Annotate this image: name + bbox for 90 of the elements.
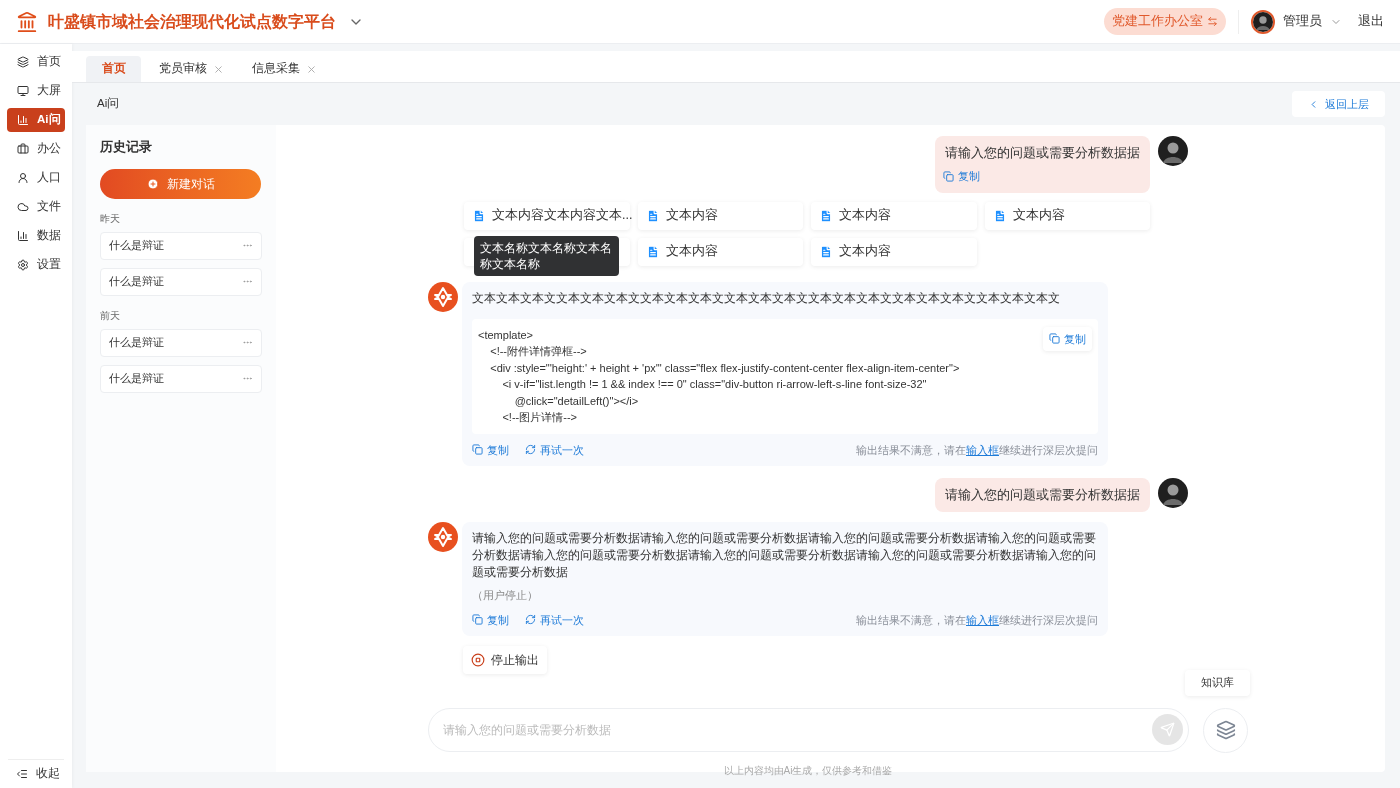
file-name: 文本内容 bbox=[665, 207, 718, 225]
nav-item[interactable]: 人口 bbox=[7, 166, 65, 190]
copy-icon bbox=[472, 444, 483, 456]
nav-item[interactable]: 办公 bbox=[7, 137, 65, 161]
refresh-icon bbox=[525, 614, 536, 626]
logout-link[interactable]: 退出 bbox=[1358, 12, 1384, 31]
code-text: <template> <!--附件详情弹框--> <div :style="'height:' + height + 'px'" class="flex flex-justify-content-center flex-align-item-center"> <i v-if="list.length != 1 && index !== 0" class="div-button ri-arrow-left-s-line font-size-32" @click="detailLeft()"></i> <!--图片详情--> bbox=[478, 327, 960, 425]
document-icon bbox=[645, 208, 660, 223]
stop-icon bbox=[471, 653, 485, 667]
file-name: 文本内容 bbox=[1012, 207, 1065, 225]
history-item[interactable]: 什么是辩证 bbox=[100, 231, 262, 260]
copy-button[interactable]: 复制 bbox=[472, 611, 509, 628]
disclaimer: 以上内容均由Ai生成，仅供参考和借鉴 bbox=[722, 763, 894, 778]
hint-text: 输出结果不满意，请在输入框继续进行深层次提问 bbox=[856, 442, 1098, 458]
message-text: 请输入您的问题或需要分析数据请输入您的问题或需要分析数据请输入您的问题或需要分析数据请输入您的问题或需要分析数据请输入您的问题或需要分析数据请输入您的问题或需要分析数据请输入您的问题或需要分析数据请输入您的问题或需要分析数据 bbox=[472, 531, 1097, 580]
hint-text: 输出结果不满意，请在输入框继续进行深层次提问 bbox=[856, 612, 1098, 628]
document-icon bbox=[645, 244, 660, 259]
copy-icon bbox=[472, 614, 483, 626]
stop-button[interactable]: 停止输出 bbox=[463, 646, 547, 674]
ai-avatar-icon bbox=[428, 281, 458, 312]
tooltip: 文本名称文本名称文本名称文本名称 bbox=[474, 235, 619, 276]
send-icon bbox=[1160, 722, 1175, 738]
avatar bbox=[1158, 136, 1188, 166]
layers-icon bbox=[17, 56, 29, 68]
document-icon bbox=[819, 244, 833, 259]
nav-item[interactable]: 文件 bbox=[7, 195, 65, 219]
avatar bbox=[1158, 478, 1188, 508]
history-item[interactable]: 什么是辩证 bbox=[100, 364, 262, 393]
message-text: 请输入您的问题或需要分析数据据 bbox=[944, 145, 1141, 162]
collapse-button[interactable]: 收起 bbox=[0, 760, 72, 788]
nav-item[interactable]: 大屏 bbox=[7, 79, 65, 103]
logo-icon bbox=[16, 10, 38, 33]
input-link[interactable]: 输入框 bbox=[966, 613, 999, 626]
breadcrumb: Ai问 bbox=[97, 96, 120, 112]
file-card[interactable]: 文本内容 bbox=[811, 201, 977, 230]
tab[interactable]: 党员审核 bbox=[141, 56, 234, 82]
status-text: （用户停止） bbox=[472, 588, 539, 603]
document-icon bbox=[992, 208, 1007, 223]
group-label: 昨天 bbox=[100, 211, 121, 226]
layers-icon bbox=[1215, 720, 1236, 741]
document-icon bbox=[472, 208, 486, 223]
close-icon[interactable] bbox=[213, 63, 224, 75]
nav-item[interactable]: 设置 bbox=[7, 253, 65, 277]
refresh-icon bbox=[525, 444, 536, 456]
copy-button[interactable]: 复制 bbox=[943, 168, 980, 185]
close-icon[interactable] bbox=[306, 63, 317, 75]
nav-item[interactable]: 数据 bbox=[7, 224, 65, 248]
history-title: 历史记录 bbox=[100, 138, 153, 156]
input-link[interactable]: 输入框 bbox=[966, 443, 999, 456]
tab[interactable]: 信息采集 bbox=[234, 56, 327, 82]
history-item[interactable]: 什么是辩证 bbox=[100, 328, 262, 357]
person-icon bbox=[17, 172, 29, 184]
app-title: 叶盛镇市域社会治理现代化试点数字平台 bbox=[48, 11, 336, 32]
copy-button[interactable]: 复制 bbox=[1043, 326, 1092, 351]
briefcase-icon bbox=[17, 143, 29, 155]
group-label: 前天 bbox=[100, 308, 121, 323]
collapse-icon bbox=[16, 768, 28, 780]
ai-avatar-icon bbox=[428, 522, 458, 552]
settings-icon bbox=[17, 259, 29, 271]
avatar bbox=[1253, 11, 1273, 32]
message-text: 文本文本文本文文本文本文本文文本文本文本文文本文本文本文文本文本文本文文本文本文本文文本文本文本文 bbox=[472, 290, 1061, 306]
retry-button[interactable]: 再试一次 bbox=[525, 441, 584, 458]
file-card[interactable]: 文本内容 bbox=[811, 237, 977, 266]
retry-button[interactable]: 再试一次 bbox=[525, 611, 584, 628]
copy-icon bbox=[1049, 333, 1060, 345]
chart-icon bbox=[17, 114, 29, 126]
message-text: 请输入您的问题或需要分析数据据 bbox=[944, 487, 1141, 504]
file-name: 文本内容 bbox=[839, 207, 891, 225]
document-icon bbox=[819, 208, 833, 223]
file-card[interactable]: 文本内容 bbox=[984, 201, 1150, 230]
knowledge-tooltip: 知识库 bbox=[1185, 670, 1250, 696]
back-button[interactable]: 返回上层 bbox=[1292, 91, 1385, 117]
switch-icon bbox=[1207, 16, 1218, 27]
copy-icon bbox=[943, 170, 954, 182]
question-input[interactable]: 请输入您的问题或需要分析数据 bbox=[428, 708, 1189, 753]
file-card[interactable]: 文本内容 bbox=[637, 237, 803, 266]
tab[interactable]: 首页 bbox=[86, 56, 141, 82]
cloud-icon bbox=[17, 201, 29, 213]
monitor-icon bbox=[17, 85, 29, 97]
copy-button[interactable]: 复制 bbox=[472, 441, 509, 458]
user-name[interactable]: 管理员 bbox=[1283, 12, 1322, 31]
history-item[interactable]: 什么是辩证 bbox=[100, 267, 262, 296]
file-name: 文本内容文本内容文本... bbox=[492, 207, 633, 225]
plus-icon bbox=[146, 177, 159, 190]
file-name: 文本内容 bbox=[665, 243, 718, 261]
file-card[interactable]: 文本内容 bbox=[637, 201, 803, 230]
chart-icon bbox=[17, 230, 29, 242]
file-name: 文本内容 bbox=[839, 243, 891, 261]
nav-item[interactable]: Ai问 bbox=[7, 108, 65, 132]
nav-item[interactable]: 首页 bbox=[7, 50, 65, 74]
